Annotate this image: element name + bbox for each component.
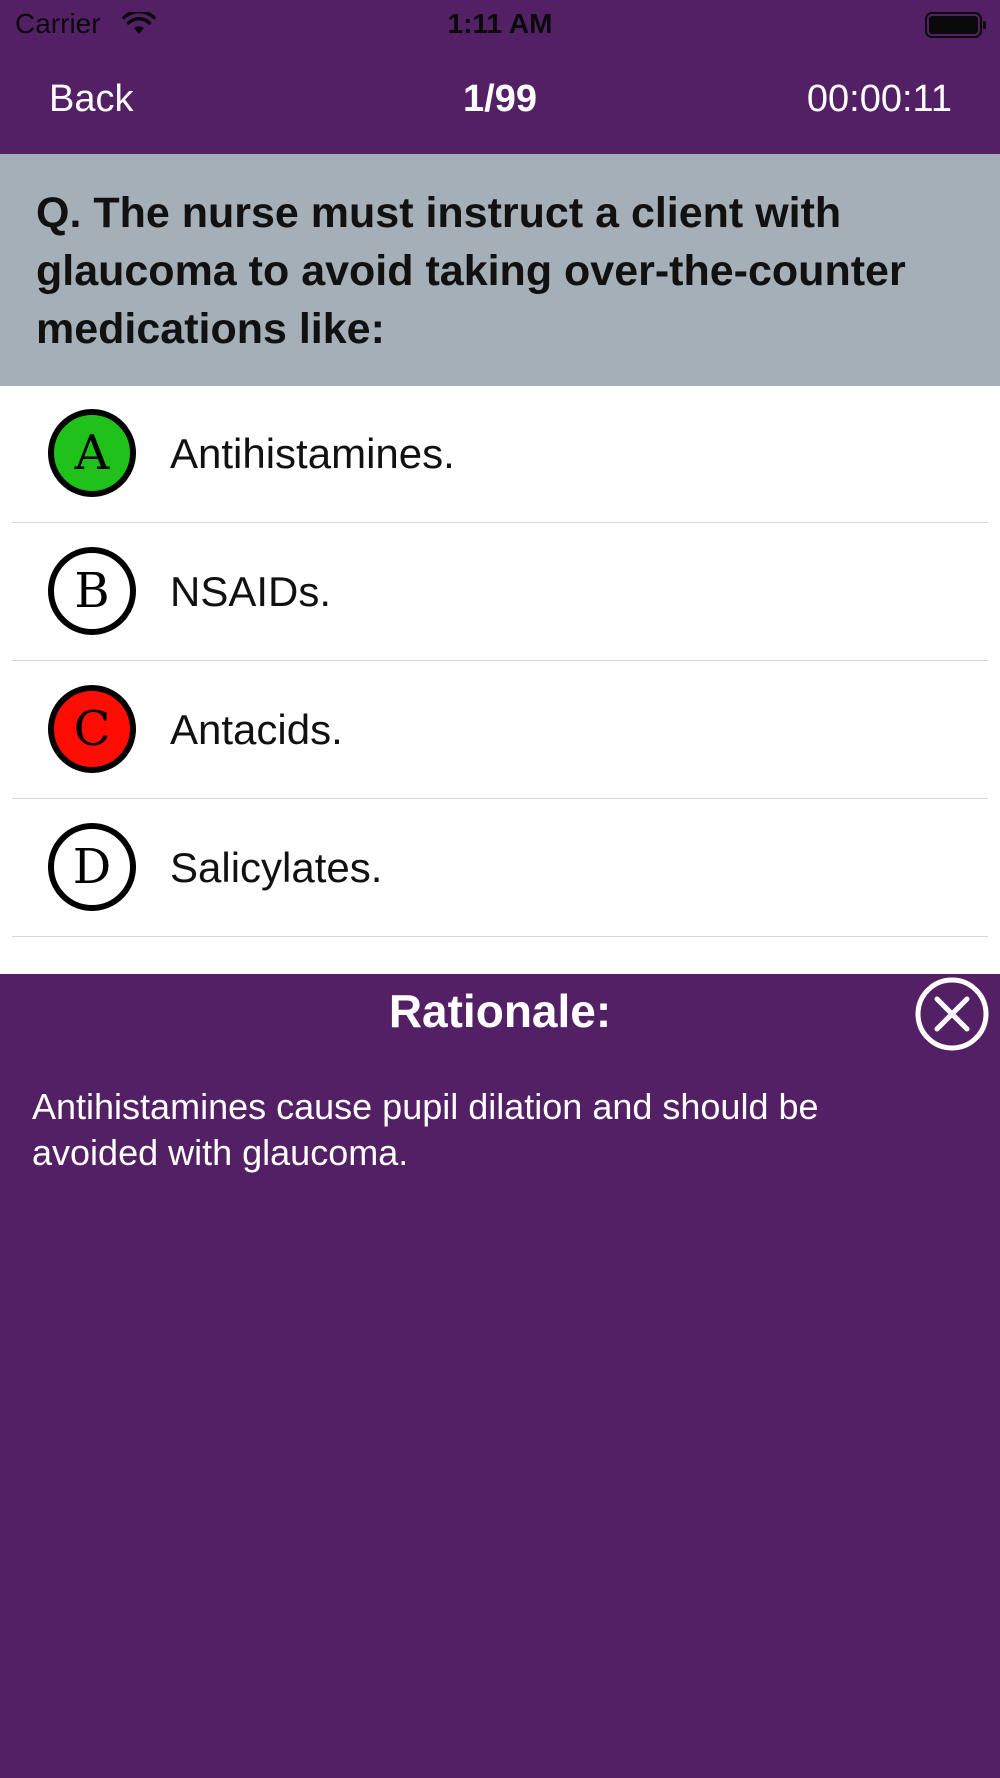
option-letter-badge: A: [48, 409, 136, 497]
rationale-text: Antihistamines cause pupil dilation and …: [32, 1086, 819, 1173]
answer-option-d[interactable]: D Salicylates.: [12, 800, 988, 937]
option-label: Antacids.: [170, 706, 343, 753]
quiz-timer: 00:00:11: [806, 78, 952, 120]
rationale-title: Rationale:: [388, 985, 612, 1037]
answer-option-a[interactable]: A Antihistamines.: [12, 386, 988, 523]
battery-full-icon: [925, 12, 986, 38]
option-label: NSAIDs.: [170, 568, 332, 615]
rationale-panel: Rationale: Antihistamines cause pupil di…: [0, 974, 1000, 1778]
option-label: Antihistamines.: [170, 430, 455, 477]
answer-option-b[interactable]: B NSAIDs.: [12, 524, 988, 661]
answer-option-c[interactable]: C Antacids.: [12, 662, 988, 799]
option-label: Salicylates.: [170, 844, 383, 891]
option-letter-badge: C: [48, 685, 136, 773]
option-letter-badge: D: [48, 823, 136, 911]
status-time: 1:11 AM: [447, 8, 553, 39]
close-circle-icon[interactable]: [914, 976, 990, 1052]
status-bar: Carrier 1:11 AM: [0, 0, 1000, 50]
answer-list: A Antihistamines. B NSAIDs. C Antacids. …: [0, 386, 1000, 974]
option-letter-badge: B: [48, 547, 136, 635]
navigation-bar: Back 1/99 00:00:11: [0, 50, 1000, 154]
question-text: Q. The nurse must instruct a client with…: [36, 189, 906, 353]
question-panel: Q. The nurse must instruct a client with…: [0, 154, 1000, 386]
